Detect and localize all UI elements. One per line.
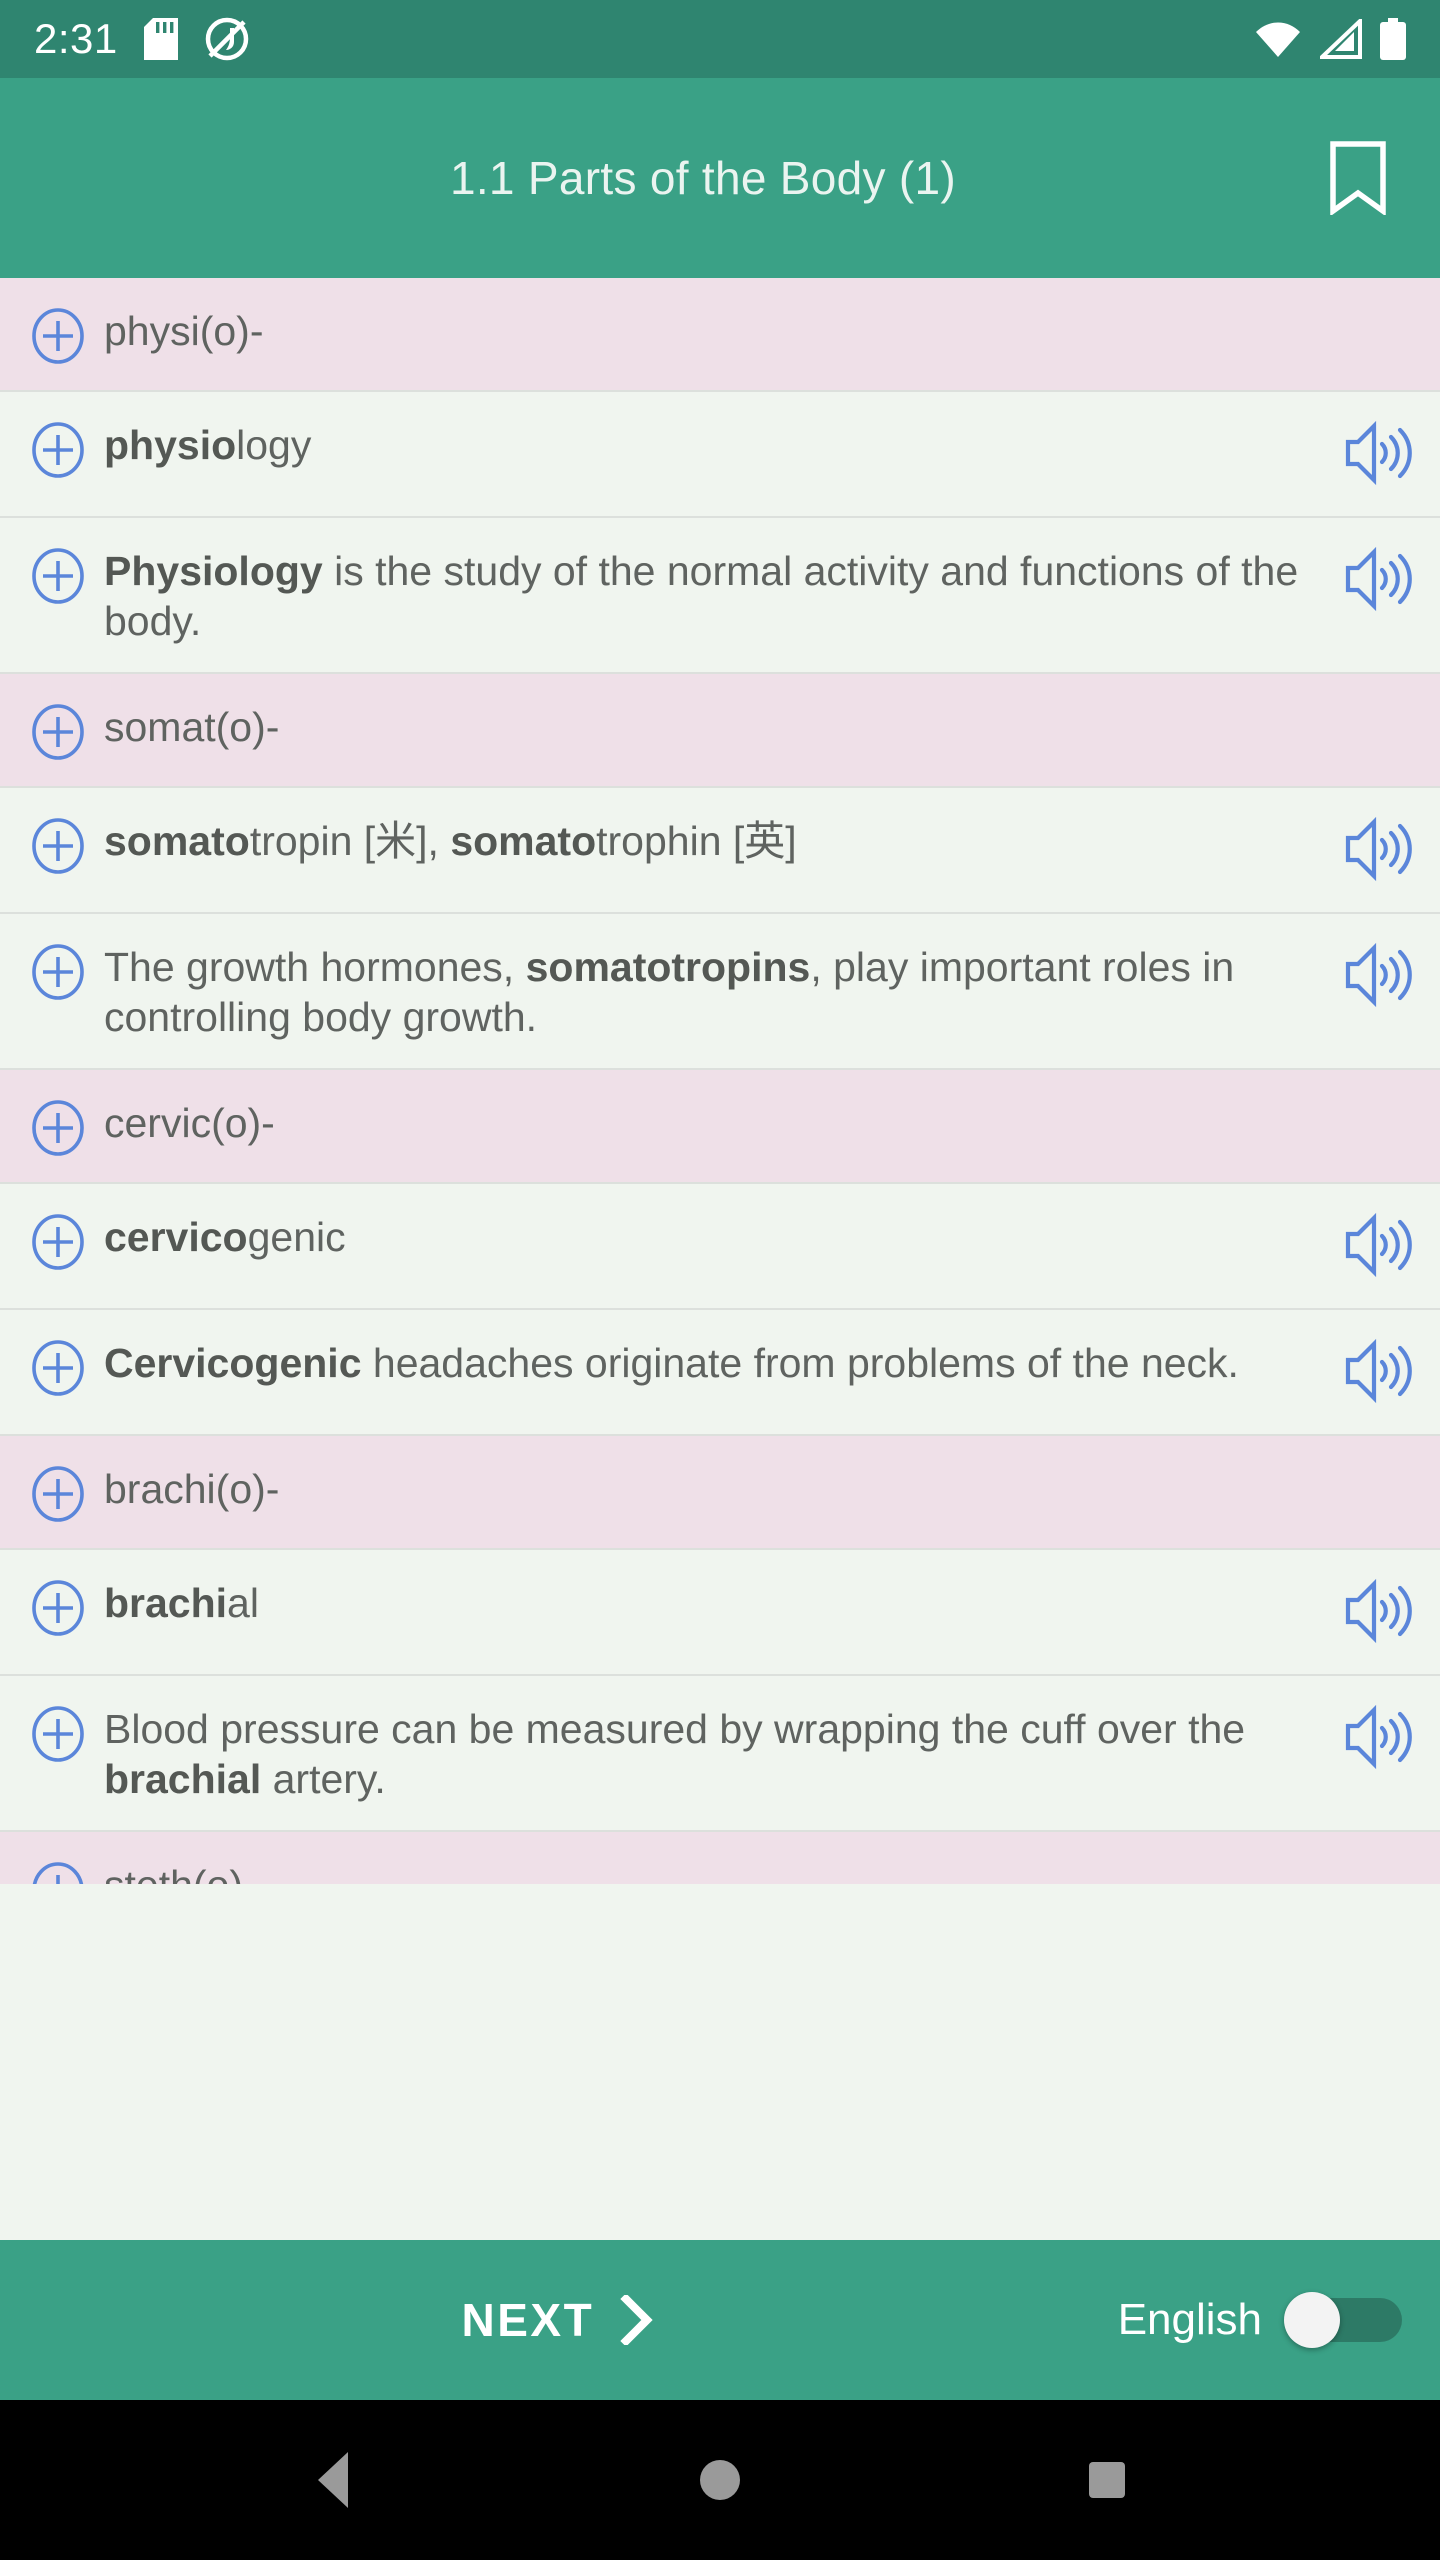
app-bar: 1.1 Parts of the Body (1) bbox=[0, 78, 1440, 278]
play-audio-button[interactable] bbox=[1342, 420, 1418, 490]
expand-button[interactable] bbox=[30, 1466, 86, 1522]
list-row-text: physi(o)- bbox=[104, 308, 264, 354]
list-row-entry[interactable]: The growth hormones, somatotropins, play… bbox=[0, 914, 1440, 1071]
expand-button[interactable] bbox=[30, 548, 86, 604]
plus-circle-icon bbox=[32, 548, 84, 604]
status-bar: 2:31 bbox=[0, 0, 1440, 78]
bottom-action-bar: NEXT English bbox=[0, 2240, 1440, 2400]
plus-circle-icon bbox=[32, 944, 84, 1000]
plus-circle-icon bbox=[32, 1706, 84, 1762]
play-audio-button[interactable] bbox=[1342, 546, 1418, 616]
list-row-entry[interactable]: Physiology is the study of the normal ac… bbox=[0, 518, 1440, 675]
list-row-text: The growth hormones, somatotropins, play… bbox=[104, 944, 1235, 1041]
back-icon bbox=[318, 2452, 349, 2508]
speaker-volume-icon bbox=[1345, 1338, 1412, 1404]
expand-button[interactable] bbox=[30, 1862, 86, 1885]
plus-circle-icon bbox=[32, 704, 84, 760]
list-row-text: Cervicogenic headaches originate from pr… bbox=[104, 1340, 1239, 1387]
expand-button[interactable] bbox=[30, 944, 86, 1000]
next-button-label: NEXT bbox=[461, 2294, 595, 2346]
play-audio-button[interactable] bbox=[1342, 1338, 1418, 1408]
plus-circle-icon bbox=[32, 1214, 84, 1270]
status-bar-right bbox=[1254, 18, 1406, 60]
recents-icon bbox=[1088, 2462, 1125, 2498]
sd-card-icon bbox=[143, 18, 178, 60]
bookmark-icon bbox=[1330, 141, 1386, 215]
list-row-root[interactable]: physi(o)- bbox=[0, 278, 1440, 392]
plus-circle-icon bbox=[32, 308, 84, 364]
android-nav-bar bbox=[0, 2400, 1440, 2560]
list-row-text: brachi(o)- bbox=[104, 1466, 280, 1513]
plus-circle-icon bbox=[32, 1340, 84, 1396]
list-row-entry[interactable]: cervicogenic bbox=[0, 1184, 1440, 1311]
list-row-text: Blood pressure can be measured by wrappi… bbox=[104, 1706, 1246, 1803]
list-row-root[interactable]: cervic(o)- bbox=[0, 1070, 1440, 1185]
list-row-entry[interactable]: somatotropin [米], somatotrophin [英] bbox=[0, 788, 1440, 915]
list-row-text: cervic(o)- bbox=[104, 1100, 275, 1147]
plus-circle-icon bbox=[32, 422, 84, 478]
list-row-text: somatotropin [米], somatotrophin [英] bbox=[104, 818, 797, 865]
language-toggle[interactable] bbox=[1284, 2292, 1402, 2348]
speaker-volume-icon bbox=[1345, 816, 1412, 882]
list-row-root[interactable]: steth(o)- bbox=[0, 1832, 1440, 1885]
nav-back-button[interactable] bbox=[263, 2430, 403, 2530]
expand-button[interactable] bbox=[30, 1706, 86, 1762]
expand-button[interactable] bbox=[30, 1100, 86, 1156]
speaker-volume-icon bbox=[1345, 1212, 1412, 1278]
list-row-entry[interactable]: Blood pressure can be measured by wrappi… bbox=[0, 1676, 1440, 1833]
speaker-volume-icon bbox=[1345, 420, 1412, 486]
list-row-text: somat(o)- bbox=[104, 704, 280, 751]
cellular-signal-icon bbox=[1320, 19, 1362, 59]
plus-circle-icon bbox=[32, 1100, 84, 1156]
play-audio-button[interactable] bbox=[1342, 1212, 1418, 1282]
plus-circle-icon bbox=[32, 1580, 84, 1636]
list-row-text: brachial bbox=[104, 1580, 259, 1627]
nav-home-button[interactable] bbox=[650, 2430, 790, 2530]
list-row-text: physiology bbox=[104, 422, 312, 468]
speaker-volume-icon bbox=[1345, 546, 1412, 612]
term-list[interactable]: physi(o)- physiology Physiology is the stu… bbox=[0, 278, 1440, 2240]
speaker-volume-icon bbox=[1345, 942, 1412, 1008]
list-row-text: cervicogenic bbox=[104, 1214, 346, 1261]
play-audio-button[interactable] bbox=[1342, 1704, 1418, 1774]
status-bar-left: 2:31 bbox=[34, 16, 250, 62]
expand-button[interactable] bbox=[30, 1340, 86, 1396]
chevron-right-icon bbox=[620, 2295, 653, 2345]
expand-button[interactable] bbox=[30, 308, 86, 364]
language-label: English bbox=[1117, 2295, 1262, 2344]
play-audio-button[interactable] bbox=[1342, 1578, 1418, 1648]
expand-button[interactable] bbox=[30, 818, 86, 874]
list-row-root[interactable]: somat(o)- bbox=[0, 674, 1440, 789]
language-switch[interactable]: English bbox=[1118, 2292, 1402, 2348]
list-row-text: steth(o)- bbox=[104, 1858, 1328, 1884]
speaker-volume-icon bbox=[1345, 1704, 1412, 1770]
page-title: 1.1 Parts of the Body (1) bbox=[449, 152, 957, 204]
plus-circle-icon bbox=[32, 818, 84, 874]
battery-icon bbox=[1380, 18, 1406, 60]
list-row-entry[interactable]: physiology bbox=[0, 392, 1440, 518]
expand-button[interactable] bbox=[30, 1580, 86, 1636]
home-icon bbox=[699, 2460, 740, 2500]
expand-button[interactable] bbox=[30, 1214, 86, 1270]
expand-button[interactable] bbox=[30, 704, 86, 760]
next-button[interactable]: NEXT bbox=[38, 2293, 1118, 2347]
list-row-entry[interactable]: brachial bbox=[0, 1550, 1440, 1677]
play-audio-button[interactable] bbox=[1342, 942, 1418, 1012]
expand-button[interactable] bbox=[30, 422, 86, 478]
list-row-root[interactable]: brachi(o)- bbox=[0, 1436, 1440, 1551]
list-row-entry[interactable]: Cervicogenic headaches originate from pr… bbox=[0, 1310, 1440, 1437]
do-not-disturb-icon bbox=[205, 17, 248, 61]
nav-recents-button[interactable] bbox=[1037, 2430, 1177, 2530]
speaker-volume-icon bbox=[1345, 1578, 1412, 1644]
wifi-icon bbox=[1256, 22, 1300, 57]
list-row-text: Physiology is the study of the normal ac… bbox=[104, 548, 1299, 645]
plus-circle-icon bbox=[32, 1466, 84, 1522]
phone-screen: 2:31 1.1 Parts of the Body (1) physi(o)-… bbox=[0, 0, 1440, 2560]
status-clock: 2:31 bbox=[34, 15, 118, 62]
plus-circle-icon bbox=[32, 1862, 84, 1885]
bookmark-button[interactable] bbox=[1306, 126, 1410, 230]
play-audio-button[interactable] bbox=[1342, 816, 1418, 886]
toggle-thumb[interactable] bbox=[1284, 2292, 1340, 2348]
